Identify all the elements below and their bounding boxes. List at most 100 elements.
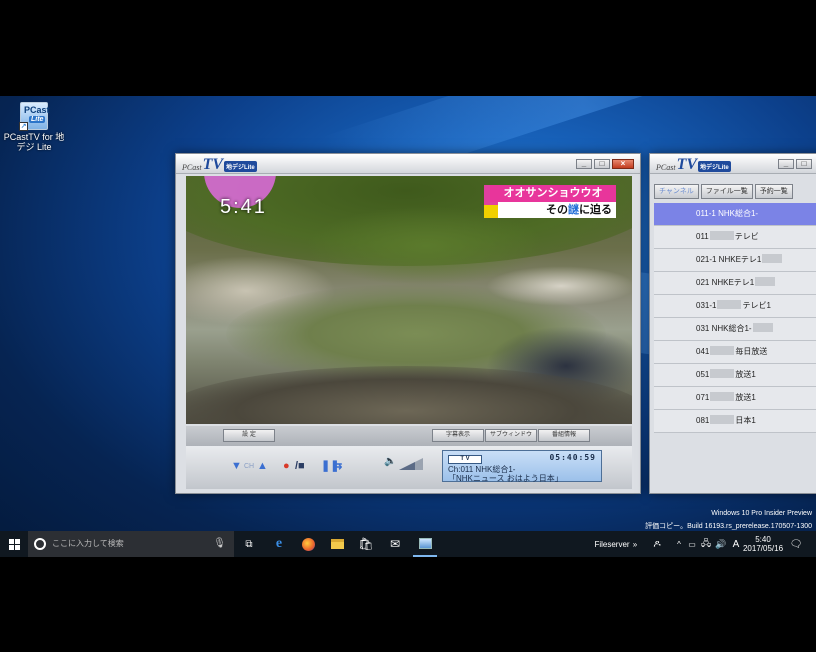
search-box[interactable]: ここに入力して検索 🎙 (28, 531, 234, 557)
minimize-button[interactable]: _ (576, 159, 592, 169)
channel-name: 日本1 (735, 416, 756, 425)
redacted-text (710, 392, 735, 401)
channel-list-window: PCast TV 地デジLite _ □ チャンネル ファイル一覧 予約一覧 0… (649, 153, 816, 494)
caption-subtitle-post: に迫る (579, 204, 612, 216)
logo-badge: 地デジLite (224, 161, 257, 172)
program-info-button[interactable]: 番組情報 (538, 429, 590, 442)
store-icon[interactable]: 🛍 (355, 531, 377, 557)
watermark-edition: Windows 10 Pro Insider Preview (711, 510, 812, 517)
settings-button[interactable]: 設 定 (223, 429, 275, 442)
program-caption: オオサンショウウオ その謎に迫る (484, 185, 616, 218)
desktop-icon-label: PCastTV for 地デジ Lite (3, 132, 65, 152)
clock[interactable]: 5:40 2017/05/16 (743, 531, 783, 557)
maximize-button[interactable]: □ (796, 159, 812, 169)
overlay-clock: 5:41 (220, 196, 267, 218)
pcasttv-taskbar-icon[interactable] (413, 531, 437, 557)
redacted-text (710, 346, 735, 355)
watermark-build: 評価コピー。Build 16193.rs_prerelease.170507-1… (645, 523, 812, 530)
channel-list: 011-1 NHK総合1- 011 テレビ 021-1 NHKEテレ1 021 NHKE… (654, 203, 816, 433)
edge-icon[interactable]: e (268, 531, 290, 557)
shortcut-arrow-icon: ↗ (19, 122, 28, 131)
ime-indicator[interactable]: A (730, 531, 742, 557)
timeshift-icon[interactable]: ⇆ (333, 460, 342, 472)
close-button[interactable]: × (612, 159, 634, 169)
firefox-icon[interactable] (297, 531, 319, 557)
toolbar-expand-icon[interactable]: » (630, 531, 640, 557)
channel-number: 021 NHKEテレ1 (696, 278, 755, 287)
channel-number: 011-1 NHK総合1- (696, 209, 759, 218)
channel-row[interactable]: 011-1 NHK総合1- (654, 203, 816, 226)
channel-name: テレビ1 (742, 301, 771, 310)
redacted-text (717, 300, 742, 309)
subwindow-button[interactable]: サブウィンドウ (485, 429, 537, 442)
ch-label: CH (244, 463, 255, 470)
fileserver-toolbar[interactable]: Fileserver (594, 531, 629, 557)
rocks-right (486, 266, 632, 306)
mail-icon[interactable]: ✉ (384, 531, 406, 557)
current-channel: Ch:011 NHK総合1- (448, 465, 516, 474)
tv-viewer-window: PCast TV 地デジLite _ □ × 5:41 オオサンショウウオ その… (175, 153, 641, 494)
channel-number: 021-1 NHKEテレ1 (696, 255, 762, 264)
channel-row[interactable]: 031-1 テレビ1 (654, 295, 816, 318)
channel-number: 041 (696, 347, 710, 356)
tab-channels[interactable]: チャンネル (654, 184, 699, 199)
app-logo: PCast TV 地デジLite (656, 156, 731, 173)
channel-name: テレビ (734, 232, 759, 241)
task-view-icon[interactable]: ⧉ (238, 531, 260, 557)
channel-row[interactable]: 021 NHKEテレ1 (654, 272, 816, 295)
logo-prefix: PCast (656, 163, 676, 172)
app-logo: PCast TV 地デジLite (182, 156, 257, 173)
source-tag: T V (448, 455, 482, 464)
title-bar[interactable]: PCast TV 地デジLite _ □ (650, 154, 816, 174)
record-icon[interactable]: ● (283, 460, 290, 472)
volume-icon[interactable]: 🔊 (714, 531, 728, 557)
channel-name: 放送1 (735, 370, 756, 379)
channel-number: 081 (696, 416, 710, 425)
mute-icon[interactable]: 🔈 (384, 456, 396, 468)
pcasttv-app-icon: PCast Lite ↗ (19, 102, 50, 131)
minimize-button[interactable]: _ (778, 159, 794, 169)
stop-icon[interactable]: /■ (295, 460, 305, 472)
redacted-text (710, 369, 735, 378)
desktop-icon-pcasttv[interactable]: PCast Lite ↗ PCastTV for 地デジ Lite (2, 102, 66, 152)
channel-up-icon[interactable]: ▲ (257, 460, 268, 472)
channel-number: 051 (696, 370, 710, 379)
logo-main: TV (676, 156, 698, 173)
channel-row[interactable]: 031 NHK総合1- (654, 318, 816, 341)
caption-subtitle-highlight: 謎 (568, 204, 579, 216)
subtitles-button[interactable]: 字幕表示 (432, 429, 484, 442)
tab-files[interactable]: ファイル一覧 (700, 184, 753, 199)
people-icon[interactable]: ዶ (650, 531, 664, 557)
desktop: PCast Lite ↗ PCastTV for 地デジ Lite PCast TV… (0, 96, 816, 556)
network-icon[interactable]: 🖧 (699, 531, 713, 557)
channel-down-icon[interactable]: ▼ (231, 460, 242, 472)
list-tabs: チャンネル ファイル一覧 予約一覧 (654, 184, 793, 199)
show-hidden-icons-icon[interactable]: ^ (673, 531, 685, 557)
title-bar[interactable]: PCast TV 地デジLite _ □ × (176, 154, 640, 174)
status-display: T V 05:40:59 Ch:011 NHK総合1- 「NHKニュース おはよ… (442, 450, 602, 483)
tab-reservations[interactable]: 予約一覧 (754, 184, 793, 199)
channel-row[interactable]: 021-1 NHKEテレ1 (654, 249, 816, 272)
microphone-icon[interactable]: 🎙 (213, 531, 226, 557)
maximize-button[interactable]: □ (594, 159, 610, 169)
channel-row[interactable]: 071 放送1 (654, 387, 816, 410)
file-explorer-icon[interactable] (326, 531, 348, 557)
tray-device-icon[interactable]: ▭ (686, 531, 698, 557)
channel-row[interactable]: 041 毎日放送 (654, 341, 816, 364)
windows-logo-icon (8, 538, 20, 550)
start-button[interactable] (0, 531, 28, 557)
redacted-text (762, 254, 783, 263)
current-program: 「NHKニュース おはよう日本」 (448, 474, 563, 483)
action-center-icon[interactable]: 🗨 (788, 531, 804, 557)
channel-row[interactable]: 051 放送1 (654, 364, 816, 387)
logo-prefix: PCast (182, 163, 202, 172)
channel-name: 毎日放送 (735, 347, 768, 356)
redacted-text (710, 415, 735, 424)
channel-name: 放送1 (735, 393, 756, 402)
channel-row[interactable]: 081 日本1 (654, 410, 816, 433)
taskbar: ここに入力して検索 🎙 ⧉ e 🛍 ✉ Fileserver » ዶ ^ ▭ 🖧… (0, 531, 816, 557)
volume-slider[interactable] (399, 458, 423, 470)
channel-row[interactable]: 011 テレビ (654, 226, 816, 249)
caption-subtitle-pre: その (546, 204, 568, 216)
video-area[interactable]: 5:41 オオサンショウウオ その謎に迫る (186, 176, 632, 424)
